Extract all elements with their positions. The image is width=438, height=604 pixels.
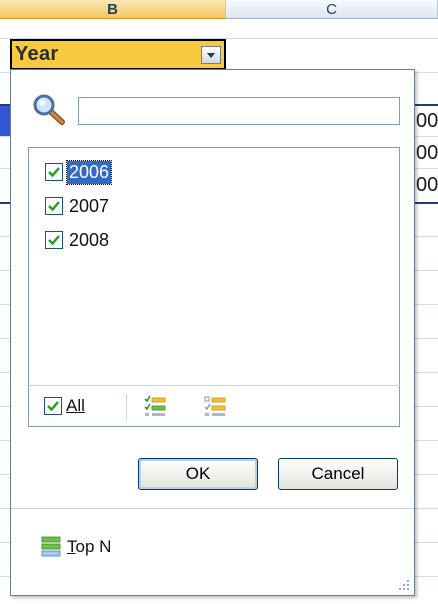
select-all-unchecked-icon[interactable] [204, 394, 226, 418]
filter-dropdown-button[interactable] [201, 46, 221, 64]
select-all-checked-icon[interactable] [144, 394, 166, 418]
checkbox-checked[interactable] [44, 397, 62, 415]
cancel-button[interactable]: Cancel [278, 458, 398, 490]
filter-list-toolbar: All [28, 385, 400, 427]
search-icon [33, 94, 65, 125]
top-n-label: Top N [67, 537, 112, 556]
filter-popup: 2006 2007 2008 All OK Cancel Top N [10, 69, 415, 596]
checkbox-checked[interactable] [45, 163, 63, 181]
toolbar-separator [126, 394, 127, 420]
filter-item-label: 2008 [69, 229, 110, 250]
filter-item-label: 2007 [69, 195, 110, 216]
table-left-edge [0, 104, 10, 204]
filter-item-2008[interactable]: 2008 [45, 226, 111, 254]
clipped-cell-value[interactable]: 00 [416, 142, 438, 165]
select-all-toggle[interactable]: All [44, 396, 85, 416]
filter-item-label: 2006 [65, 159, 113, 185]
year-header-cell[interactable]: Year [10, 39, 226, 70]
resize-grip-icon[interactable] [397, 578, 411, 592]
checkbox-checked[interactable] [45, 231, 63, 249]
check-icon [47, 401, 59, 412]
top-n-link[interactable]: Top N [41, 536, 111, 558]
filter-item-2006[interactable]: 2006 [45, 158, 113, 186]
clipped-cell-value[interactable]: 00 [416, 110, 438, 133]
filter-item-2007[interactable]: 2007 [45, 192, 111, 220]
column-header-c[interactable]: C [226, 0, 438, 19]
clipped-cell-value[interactable]: 00 [416, 174, 438, 197]
column-header-bar: B C [0, 0, 438, 20]
filter-search-input[interactable] [78, 97, 400, 125]
column-header-b[interactable]: B [0, 0, 226, 19]
select-all-label: All [66, 396, 85, 415]
popup-divider [11, 508, 414, 509]
ok-button[interactable]: OK [138, 458, 258, 490]
checkbox-checked[interactable] [45, 197, 63, 215]
top-n-icon [41, 536, 61, 557]
check-icon [48, 235, 60, 246]
header-cell-label: Year [15, 43, 59, 65]
check-icon [48, 201, 60, 212]
check-icon [48, 167, 60, 178]
